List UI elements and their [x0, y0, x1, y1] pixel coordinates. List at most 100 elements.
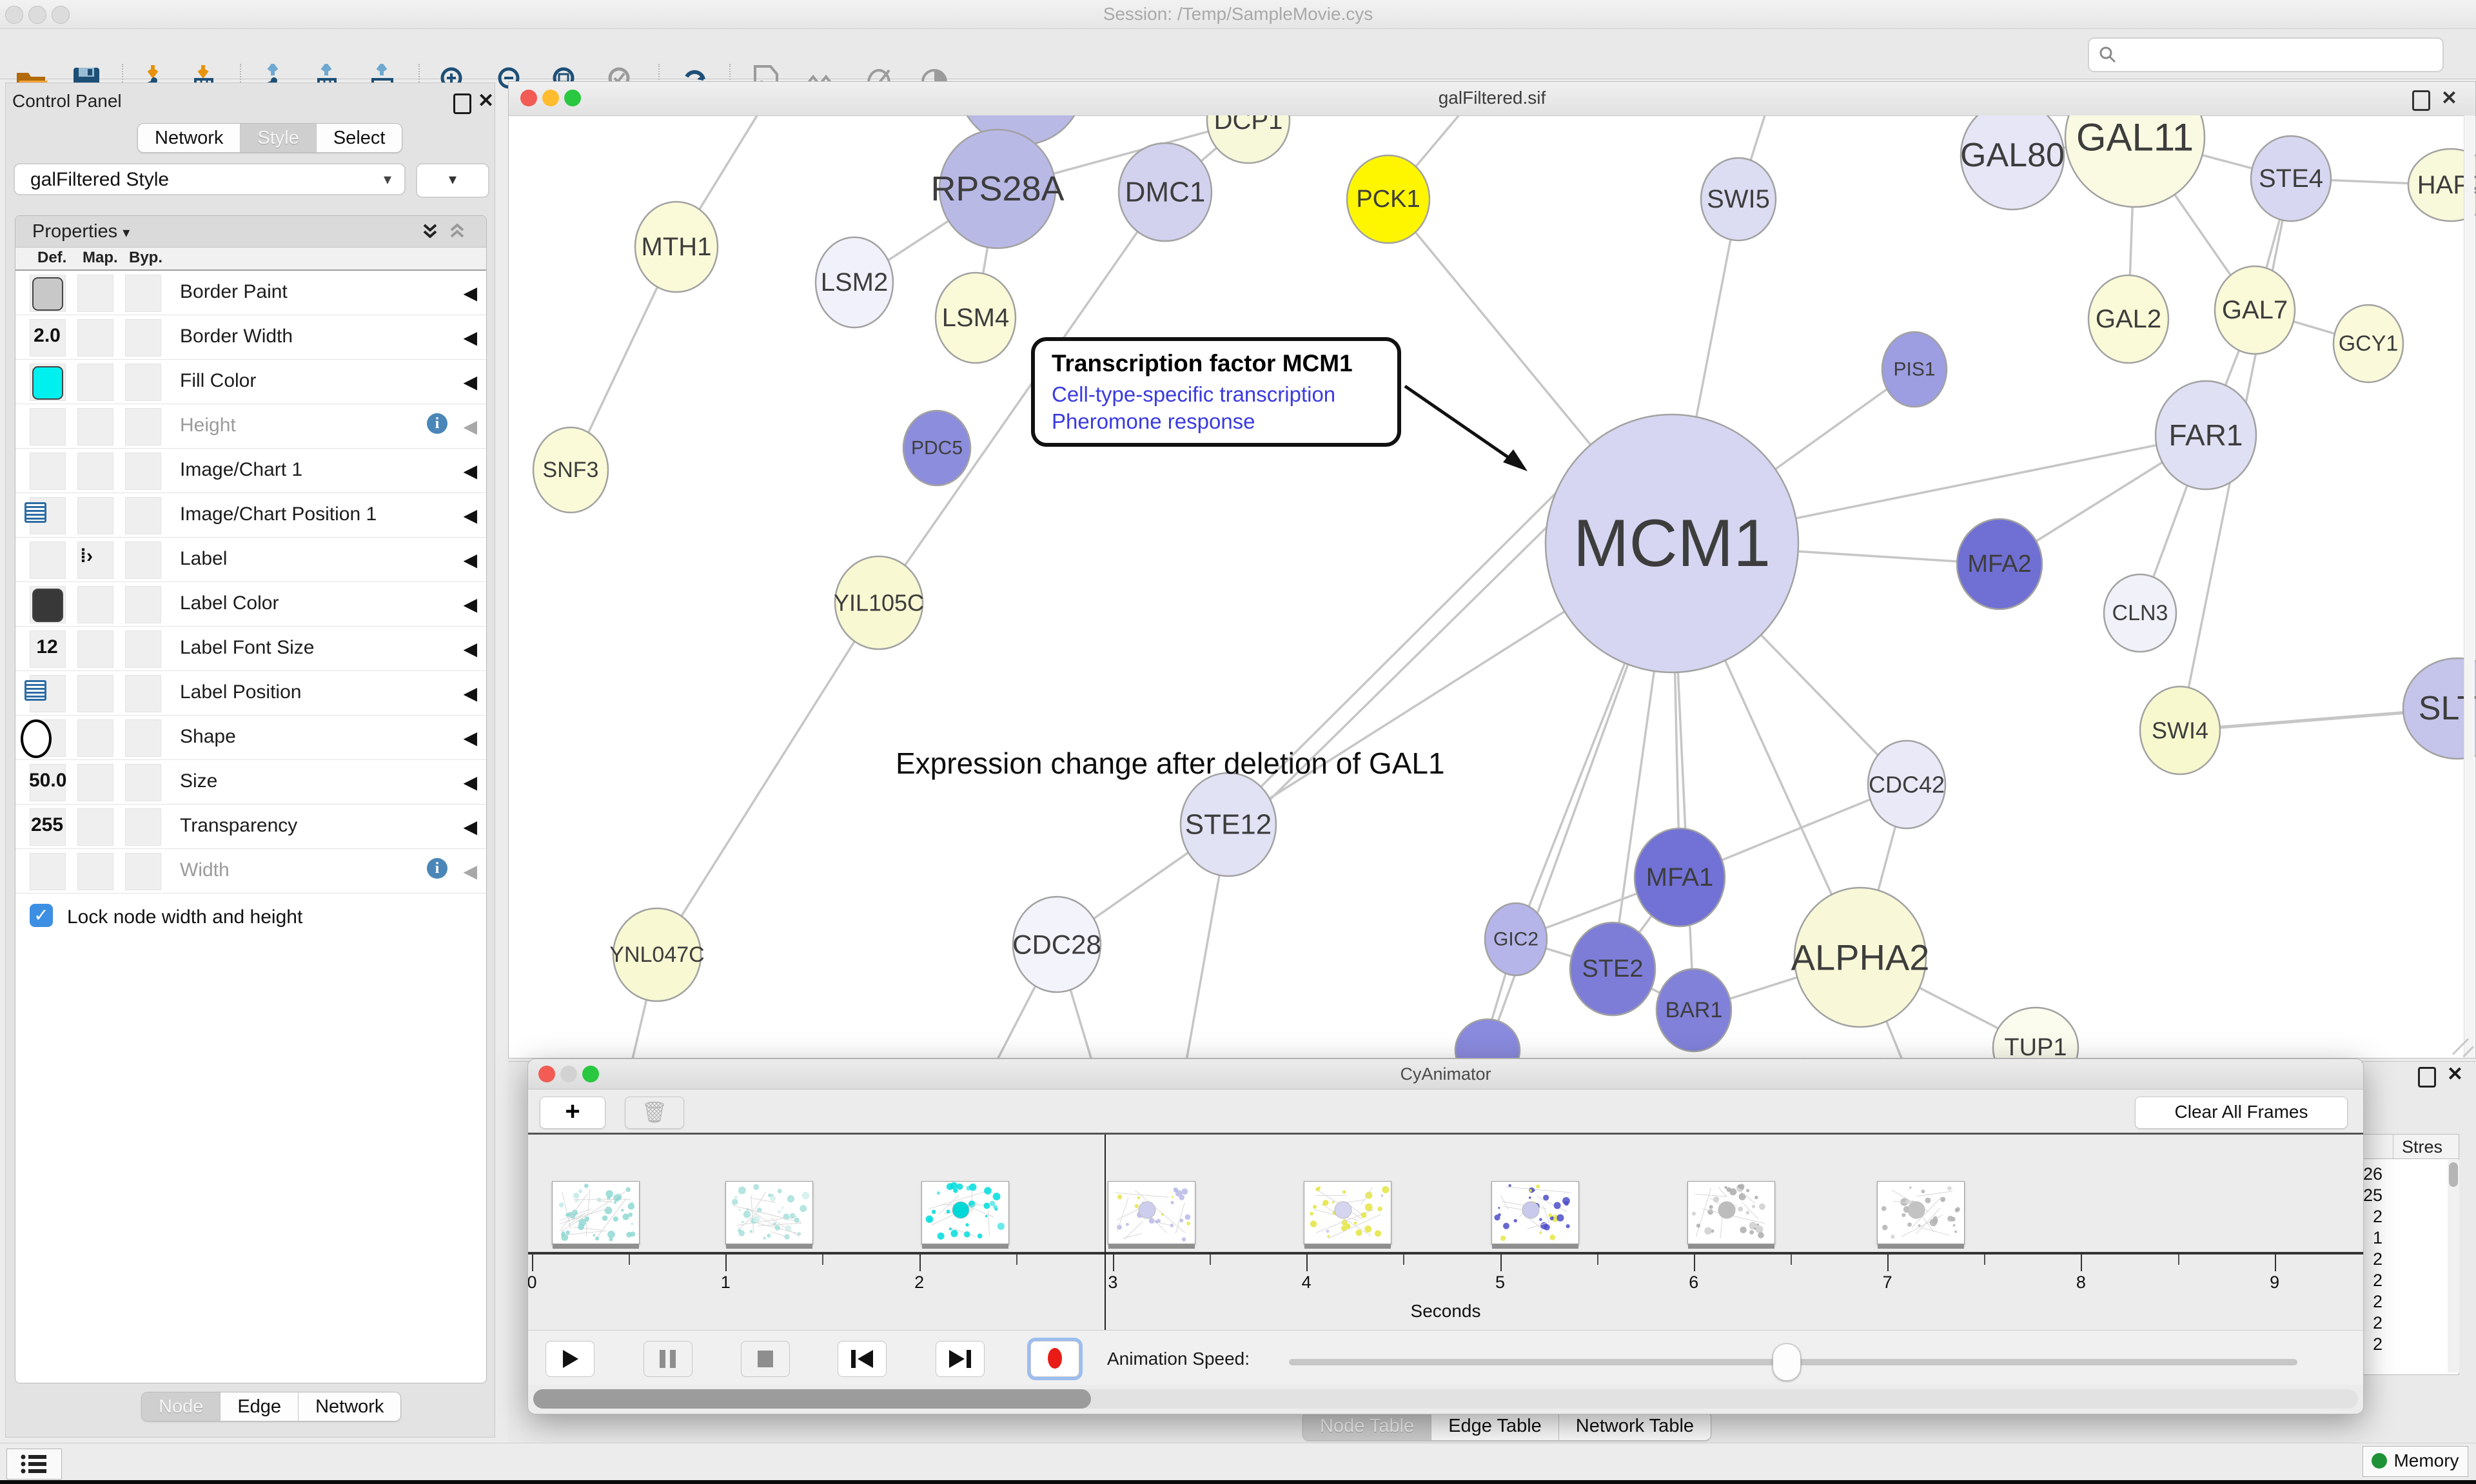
color-swatch[interactable] — [32, 277, 63, 311]
zoom-traffic-light[interactable] — [52, 6, 70, 24]
node-YIL105C[interactable]: YIL105C — [834, 556, 924, 649]
mcm1-annotation[interactable]: Transcription factor MCM1 Cell-type-spec… — [1031, 337, 1401, 447]
minimize-traffic-light[interactable] — [542, 90, 559, 106]
node-GAL80[interactable]: GAL80 — [1960, 115, 2065, 210]
tab-edge[interactable]: Edge — [221, 1392, 299, 1421]
node-RPS28A[interactable]: RPS28A — [930, 130, 1064, 248]
value-cell[interactable] — [77, 319, 113, 356]
close-traffic-light[interactable] — [520, 90, 537, 106]
record-button[interactable] — [1030, 1341, 1079, 1377]
node-GAL11[interactable]: GAL11 — [2065, 115, 2205, 207]
info-icon[interactable]: i — [427, 858, 447, 879]
cyanimator-hscrollbar[interactable] — [533, 1389, 2358, 1409]
property-row-label[interactable]: ⁞›Label◀ — [15, 538, 486, 582]
expand-arrow-icon[interactable]: ◀ — [463, 416, 477, 437]
network-vertical-scrollbar[interactable] — [2464, 115, 2475, 1058]
node-MFA2[interactable]: MFA2 — [1957, 519, 2042, 609]
expand-arrow-icon[interactable]: ◀ — [463, 816, 477, 837]
expand-arrow-icon[interactable]: ◀ — [463, 505, 477, 526]
value-cell[interactable] — [125, 675, 161, 712]
float-panel-icon[interactable] — [453, 93, 471, 114]
zoom-traffic-light[interactable] — [564, 90, 581, 106]
tab-node-table[interactable]: Node Table — [1303, 1412, 1431, 1440]
tab-network[interactable]: Network — [299, 1392, 400, 1421]
task-history-button[interactable] — [6, 1449, 62, 1479]
property-row-border-width[interactable]: 2.0Border Width◀ — [15, 315, 486, 360]
value-cell[interactable] — [125, 586, 161, 623]
close-panel-icon[interactable]: ✕ — [2447, 1063, 2463, 1086]
float-panel-icon[interactable] — [2418, 1067, 2436, 1088]
node-SWI5[interactable]: SWI5 — [1701, 158, 1776, 240]
node-unlabeled[interactable] — [1455, 1019, 1520, 1058]
node-DMC1[interactable]: DMC1 — [1119, 143, 1212, 241]
timeline[interactable]: 0123456789 Seconds — [528, 1133, 2363, 1332]
annotation-link[interactable]: Cell-type-specific transcription — [1052, 382, 1380, 407]
expand-arrow-icon[interactable]: ◀ — [463, 371, 477, 393]
frame-thumbnail-7[interactable] — [1687, 1181, 1775, 1244]
tab-edge-table[interactable]: Edge Table — [1431, 1412, 1559, 1440]
node-STE12[interactable]: STE12 — [1181, 773, 1276, 876]
expand-arrow-icon[interactable]: ◀ — [463, 683, 477, 704]
value-cell[interactable] — [30, 408, 66, 445]
expand-arrow-icon[interactable]: ◀ — [463, 727, 477, 748]
close-panel-icon[interactable]: ✕ — [478, 90, 494, 112]
property-row-size[interactable]: 50.0Size◀ — [15, 760, 486, 805]
value-cell[interactable] — [77, 586, 113, 623]
value-cell[interactable] — [125, 364, 161, 401]
expand-all-icon[interactable] — [419, 221, 441, 243]
value-cell[interactable] — [77, 408, 113, 445]
property-row-image-chart-position-1[interactable]: Image/Chart Position 1◀ — [15, 493, 486, 538]
value-cell[interactable] — [125, 497, 161, 534]
play-button[interactable] — [545, 1341, 594, 1377]
expand-arrow-icon[interactable]: ◀ — [463, 594, 477, 615]
minimize-traffic-light[interactable] — [28, 6, 46, 24]
tab-style[interactable]: Style — [241, 124, 316, 152]
close-traffic-light[interactable] — [538, 1066, 555, 1082]
value-cell[interactable] — [77, 497, 113, 534]
node-STE4[interactable]: STE4 — [2251, 136, 2331, 221]
node-FAR1[interactable]: FAR1 — [2156, 381, 2256, 489]
value-cell[interactable] — [125, 453, 161, 490]
expand-arrow-icon[interactable]: ◀ — [463, 772, 477, 793]
position-icon[interactable] — [25, 502, 46, 523]
value-cell[interactable] — [30, 453, 66, 490]
expand-arrow-icon[interactable]: ◀ — [463, 282, 477, 304]
tab-select[interactable]: Select — [317, 124, 402, 152]
add-frame-button[interactable]: + — [540, 1097, 605, 1129]
go-to-start-button[interactable] — [838, 1341, 887, 1377]
tab-network[interactable]: Network — [138, 124, 241, 152]
go-to-end-button[interactable] — [936, 1341, 985, 1377]
frame-thumbnail-8[interactable] — [1877, 1181, 1965, 1244]
value-cell[interactable] — [77, 719, 113, 757]
frame-thumbnail-6[interactable] — [1491, 1181, 1579, 1244]
node-GCY1[interactable]: GCY1 — [2334, 305, 2403, 382]
node-MTH1[interactable]: MTH1 — [635, 202, 718, 292]
node-SWI4[interactable]: SWI4 — [2140, 687, 2220, 774]
value-cell[interactable] — [77, 764, 113, 801]
value-cell[interactable] — [77, 630, 113, 668]
speed-slider-thumb[interactable] — [1773, 1343, 1801, 1381]
node-GAL2[interactable]: GAL2 — [2088, 275, 2168, 363]
network-canvas[interactable]: RPS28BDCP1PCK1RPS28ADMC1SWI5GAL80GAL11ST… — [509, 115, 2475, 1058]
node-ALPHA2[interactable]: ALPHA2 — [1791, 888, 1930, 1027]
value-cell[interactable] — [125, 764, 161, 801]
value-cell[interactable] — [77, 364, 113, 401]
node-CDC42[interactable]: CDC42 — [1868, 741, 1945, 828]
float-window-icon[interactable] — [2412, 90, 2430, 111]
value-cell[interactable] — [125, 408, 161, 445]
column-header[interactable]: Stres — [2402, 1137, 2442, 1157]
node-DCP1[interactable]: DCP1 — [1207, 115, 1290, 163]
property-row-transparency[interactable]: 255Transparency◀ — [15, 805, 486, 849]
node-STE2[interactable]: STE2 — [1570, 923, 1655, 1015]
search-input[interactable] — [2088, 37, 2444, 72]
value-cell[interactable] — [77, 453, 113, 490]
value-cell[interactable] — [125, 542, 161, 579]
property-row-height[interactable]: Heighti◀ — [15, 404, 486, 449]
position-icon[interactable] — [25, 680, 46, 701]
memory-button[interactable]: Memory — [2363, 1446, 2468, 1477]
expand-arrow-icon[interactable]: ◀ — [463, 460, 477, 482]
value-cell[interactable] — [125, 853, 161, 890]
value-cell[interactable] — [30, 542, 66, 579]
cyanimator-hscrollbar-thumb[interactable] — [533, 1389, 1091, 1409]
value-cell[interactable] — [125, 630, 161, 668]
